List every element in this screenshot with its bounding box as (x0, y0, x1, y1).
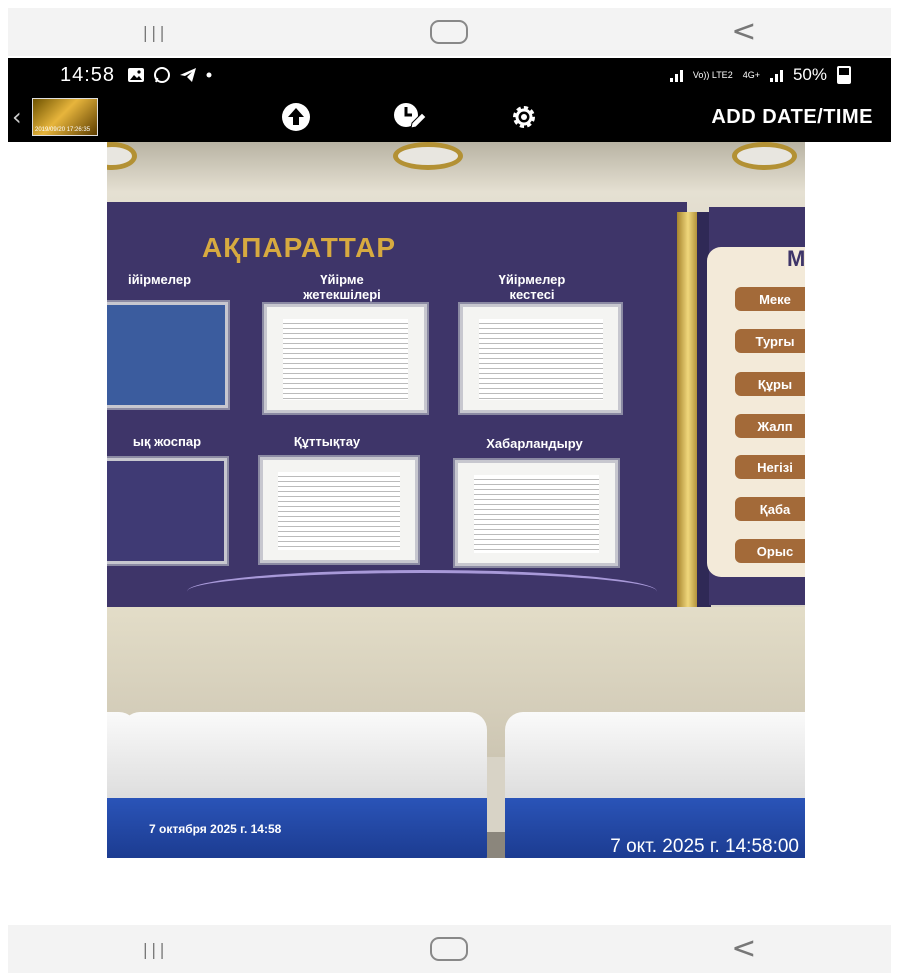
ceiling-lamp (732, 142, 797, 170)
telegram-icon (180, 68, 197, 82)
timer-edit-button[interactable] (388, 95, 432, 139)
battery-percent: 50% (792, 65, 827, 84)
recent-apps-icon: ||| (142, 939, 168, 959)
status-bar: 14:58 Vo)) LTE2 4G+ 50% (8, 58, 891, 92)
top-navigation-bar: ||| < (8, 8, 891, 56)
board-label: Үйірмелер кестесі (498, 272, 566, 302)
timer-edit-icon (394, 103, 427, 129)
menu-button: Орыс (735, 539, 805, 563)
poster (107, 302, 228, 408)
poster (107, 458, 227, 564)
upload-button[interactable] (274, 95, 318, 139)
document-sheet (460, 304, 621, 413)
recent-apps-icon: ||| (142, 22, 168, 42)
dot-icon (206, 72, 212, 78)
menu-button: Меке (735, 287, 805, 311)
date-stamp-large: 7 окт. 2025 г. 14:58:00 (610, 836, 799, 857)
menu-button: Негізі (735, 455, 805, 479)
photo-thumbnail[interactable]: 2019/09/20 17:26:35 (32, 98, 98, 136)
recent-apps-button[interactable]: ||| (115, 929, 195, 969)
status-time: 14:58 (60, 63, 116, 86)
board-gold-strip (677, 212, 699, 607)
network-type-label: 4G+ (742, 69, 760, 80)
settings-button[interactable] (502, 95, 546, 139)
menu-button: Құры (735, 372, 805, 396)
menu-button: Тургы (735, 329, 805, 353)
menu-button: Қаба (735, 497, 805, 521)
upload-icon (282, 103, 310, 131)
board-label: ійірмелер (127, 272, 192, 287)
settings-gear-icon (513, 106, 535, 128)
bottom-navigation-bar: ||| < (8, 925, 891, 973)
document-sheet (455, 460, 618, 566)
signal-icon (669, 68, 683, 82)
board-title: АҚПАРАТТАР (202, 232, 397, 263)
volte-label: Vo)) LTE2 (692, 69, 733, 80)
board-label: Үйірме жетекшілері (303, 272, 381, 302)
home-icon (430, 20, 469, 44)
back-button[interactable]: < (704, 929, 784, 969)
signal-icon-2 (769, 68, 783, 82)
back-icon: < (731, 931, 757, 966)
document-sheet (260, 457, 418, 563)
home-button[interactable] (409, 12, 489, 52)
add-date-time-button[interactable]: ADD DATE/TIME (711, 106, 873, 129)
menu-button: Жалп (735, 414, 805, 438)
home-button[interactable] (409, 929, 489, 969)
back-button[interactable]: < (704, 12, 784, 52)
document-sheet (264, 304, 427, 413)
toolbar-back-icon[interactable]: ‹ (12, 103, 32, 131)
app-toolbar: ‹ 2019/09/20 17:26:35 ADD DATE/TIME (8, 92, 891, 142)
thumbnail-timestamp: 2019/09/20 17:26:35 (35, 127, 91, 133)
chair (122, 712, 487, 858)
photo-preview[interactable]: АҚПАРАТТАР ійірмелер Үйірме жетекшілері … (107, 142, 805, 858)
back-icon: < (731, 14, 757, 49)
gallery-icon (128, 68, 145, 82)
board-label: Хабарландыру (486, 436, 583, 451)
ceiling-lamp (393, 142, 463, 170)
date-stamp-small: 7 октября 2025 г. 14:58 (149, 822, 282, 836)
status-indicators: Vo)) LTE2 4G+ 50% (669, 65, 851, 85)
board-label: ық жоспар (132, 434, 202, 449)
whatsapp-icon (154, 67, 171, 83)
battery-icon (837, 66, 851, 84)
board-label: Құттықтау (293, 434, 361, 449)
recent-apps-button[interactable]: ||| (115, 12, 195, 52)
menu-header: М (787, 246, 805, 271)
home-icon (430, 937, 469, 961)
notification-icons (127, 66, 213, 84)
